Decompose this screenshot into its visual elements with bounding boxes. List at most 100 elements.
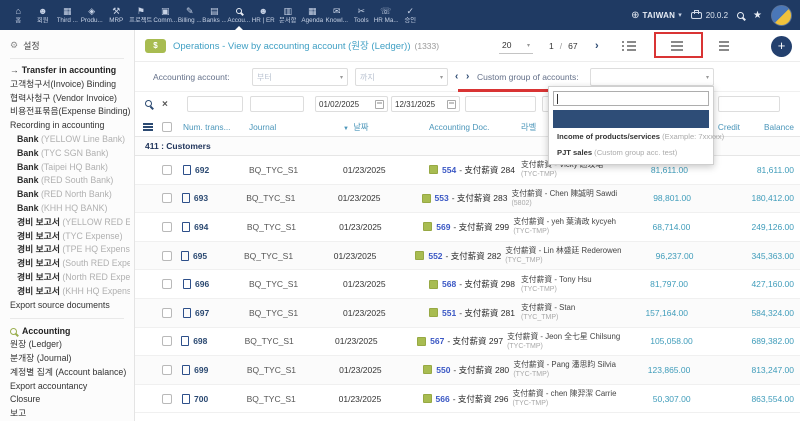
doc-number-link[interactable]: 552: [428, 251, 442, 261]
sidebar-item-report[interactable]: 보고: [10, 407, 130, 421]
sidebar-item-export-accountancy[interactable]: Export accountancy: [10, 380, 130, 394]
doc-number-link[interactable]: 553: [435, 193, 449, 203]
column-header-journal[interactable]: Journal: [241, 122, 329, 132]
sidebar-item-bank[interactable]: Bank (RED North Bank): [10, 188, 130, 202]
view-right-button[interactable]: [707, 34, 741, 58]
add-button[interactable]: +: [771, 36, 792, 57]
date-from-input[interactable]: 01/02/2025: [315, 96, 388, 112]
region-selector[interactable]: ⊕ TAIWAN ▾: [631, 10, 682, 21]
star-icon[interactable]: ★: [753, 10, 762, 21]
nav-item-documents[interactable]: ▥문서함: [276, 0, 301, 30]
list-menu-icon[interactable]: [143, 123, 153, 125]
view-list-button[interactable]: [613, 34, 647, 58]
row-checkbox[interactable]: [162, 336, 172, 346]
sidebar-item-expense-report[interactable]: 경비 보고서 (TPE HQ Expense): [10, 243, 130, 257]
row-checkbox[interactable]: [162, 394, 172, 404]
next-account-button[interactable]: ›: [466, 62, 469, 92]
sidebar-item-expense-report[interactable]: 경비 보고서 (KHH HQ Expense): [10, 285, 130, 299]
account-to-select[interactable]: 까지 ▾: [355, 68, 448, 86]
nav-item-knowledge[interactable]: ✉Knowl...: [325, 0, 350, 30]
account-from-select[interactable]: 부터 ▾: [252, 68, 348, 86]
nav-item-commerce[interactable]: ▣Comm...: [153, 0, 178, 30]
doc-number-link[interactable]: 554: [442, 165, 456, 175]
sidebar-item-ledger[interactable]: 원장 (Ledger): [10, 338, 130, 352]
sidebar-item-bank[interactable]: Bank (YELLOW Line Bank): [10, 133, 130, 147]
sidebar-item-expense-report[interactable]: 경비 보고서 (TYC Expense): [10, 230, 130, 244]
sidebar-item-bank[interactable]: Bank (KHH HQ BANK): [10, 202, 130, 216]
doc-number-link[interactable]: 566: [436, 394, 450, 404]
sidebar-item-bank[interactable]: Bank (Taipei HQ Bank): [10, 161, 130, 175]
row-checkbox[interactable]: [162, 193, 172, 203]
page-size-selector[interactable]: 20 ▾: [499, 37, 533, 54]
transaction-number-link[interactable]: 700: [194, 394, 208, 404]
dropdown-option[interactable]: Income of products/services (Example: 7x…: [549, 128, 713, 144]
sidebar-item-recording-in-accounting[interactable]: Recording in accounting: [10, 119, 130, 133]
sidebar-item-vendor-invoice[interactable]: 협력사청구 (Vendor Invoice): [10, 92, 130, 106]
sidebar-settings[interactable]: ⚙ 설정: [10, 38, 130, 52]
nav-item-mrp[interactable]: ⚒MRP: [104, 0, 129, 30]
next-page-button[interactable]: ›: [595, 30, 599, 62]
nav-item-hr-er[interactable]: ☻HR | ER: [251, 0, 276, 30]
clear-filter-icon[interactable]: ×: [162, 92, 168, 118]
sidebar-item-expense-report[interactable]: 경비 보고서 (South RED Expen...: [10, 257, 130, 271]
transaction-number-link[interactable]: 697: [195, 308, 209, 318]
sidebar-item-export-source-documents[interactable]: Export source documents: [10, 299, 130, 313]
nav-item-agenda[interactable]: ▦Agenda: [300, 0, 325, 30]
sidebar-item-invoice-binding[interactable]: 고객청구서(Invoice) Binding: [10, 78, 130, 92]
nav-item-approval[interactable]: ✓승인: [398, 0, 423, 30]
doc-number-link[interactable]: 569: [436, 222, 450, 232]
transaction-number-link[interactable]: 695: [193, 251, 207, 261]
sidebar-item-accounting[interactable]: Accounting: [10, 324, 130, 338]
prev-account-button[interactable]: ‹: [455, 62, 458, 92]
transaction-number-link[interactable]: 694: [194, 222, 208, 232]
nav-item-project[interactable]: ⚑프로젝트: [129, 0, 154, 30]
nav-item-banks[interactable]: ▤Banks ...: [202, 0, 227, 30]
nav-item-member[interactable]: ☻회원: [31, 0, 56, 30]
doc-number-link[interactable]: 550: [436, 365, 450, 375]
doc-number-link[interactable]: 551: [442, 308, 456, 318]
doc-number-link[interactable]: 568: [442, 279, 456, 289]
column-header-doc[interactable]: Accounting Doc.: [429, 122, 517, 132]
row-checkbox[interactable]: [162, 222, 172, 232]
transaction-number-link[interactable]: 692: [195, 165, 209, 175]
credit-filter-input[interactable]: [718, 96, 780, 112]
nav-item-products[interactable]: ◈Produ...: [80, 0, 105, 30]
column-header-num[interactable]: Num. trans...: [183, 122, 241, 132]
sidebar-item-journal[interactable]: 분개장 (Journal): [10, 352, 130, 366]
journal-filter-input[interactable]: [250, 96, 304, 112]
date-to-input[interactable]: 12/31/2025: [391, 96, 460, 112]
row-checkbox[interactable]: [162, 308, 172, 318]
row-checkbox[interactable]: [162, 251, 172, 261]
nav-item-hr-management[interactable]: ☏HR Ma...: [374, 0, 399, 30]
num-filter-input[interactable]: [187, 96, 243, 112]
dropdown-option-blank[interactable]: [553, 110, 709, 128]
dropdown-search-input[interactable]: [553, 91, 709, 106]
transaction-number-link[interactable]: 696: [195, 279, 209, 289]
sidebar-item-closure[interactable]: Closure: [10, 393, 130, 407]
search-filter-icon[interactable]: [145, 100, 152, 107]
nav-item-billing[interactable]: ✎Billing ...: [178, 0, 203, 30]
select-all-checkbox[interactable]: [162, 122, 172, 132]
transaction-number-link[interactable]: 699: [194, 365, 208, 375]
sidebar-item-expense-report[interactable]: 경비 보고서 (YELLOW RED Ex...: [10, 216, 130, 230]
row-checkbox[interactable]: [162, 165, 172, 175]
nav-item-third-party[interactable]: ▦Third ...: [55, 0, 80, 30]
doc-number-link[interactable]: 567: [430, 336, 444, 346]
transaction-number-link[interactable]: 693: [194, 193, 208, 203]
dropdown-option[interactable]: PJT sales (Custom group acc. test): [549, 144, 713, 160]
row-checkbox[interactable]: [162, 365, 172, 375]
sidebar-item-expense-report[interactable]: 경비 보고서 (North RED Expense): [10, 271, 130, 285]
custom-group-select[interactable]: ▾: [590, 68, 714, 86]
view-condensed-button[interactable]: [660, 34, 694, 58]
column-header-date[interactable]: ▼ 날짜: [329, 121, 429, 133]
sidebar-item-bank[interactable]: Bank (RED South Bank): [10, 174, 130, 188]
sidebar-item-account-balance[interactable]: 계정별 집계 (Account balance): [10, 366, 130, 380]
nav-item-accounting[interactable]: Accou...: [227, 0, 252, 30]
sidebar-item-expense-binding[interactable]: 비용전표묶음(Expense Binding): [10, 105, 130, 119]
sidebar-item-transfer-in-accounting[interactable]: →Transfer in accounting: [10, 64, 130, 78]
column-header-balance[interactable]: Balance: [740, 122, 800, 132]
transaction-number-link[interactable]: 698: [193, 336, 207, 346]
avatar[interactable]: [771, 5, 792, 26]
search-icon[interactable]: [737, 12, 744, 19]
row-checkbox[interactable]: [162, 279, 172, 289]
